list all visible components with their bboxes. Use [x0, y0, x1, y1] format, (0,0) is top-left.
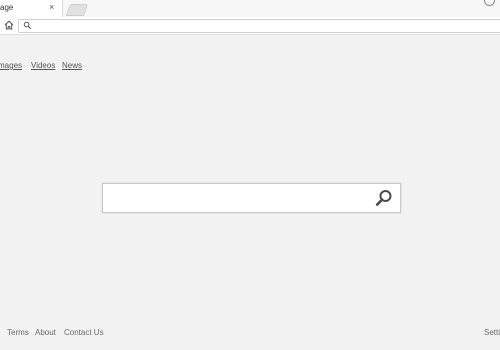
nav-link-videos[interactable]: Videos	[31, 61, 55, 70]
browser-toolbar	[0, 17, 500, 35]
search-icon	[23, 21, 32, 30]
profile-icon[interactable]	[484, 0, 495, 6]
address-bar[interactable]	[18, 19, 500, 33]
nav-link-images[interactable]: mages	[0, 61, 22, 70]
nav-link-news[interactable]: News	[62, 61, 82, 70]
tab-title: age	[0, 3, 14, 12]
footer-terms-link[interactable]: Terms	[7, 328, 29, 337]
footer-about-link[interactable]: About	[35, 328, 56, 337]
footer-settings-link[interactable]: Setti	[484, 328, 500, 337]
browser-window: age × mages Videos News Terms About Cont…	[0, 0, 500, 350]
home-icon[interactable]	[4, 20, 14, 30]
tab-active[interactable]: age ×	[0, 0, 63, 17]
footer-contact-link[interactable]: Contact Us	[64, 328, 104, 337]
search-box[interactable]	[102, 183, 401, 213]
tab-strip: age ×	[0, 0, 500, 17]
new-tab-button[interactable]	[65, 4, 89, 16]
tab-close-icon[interactable]: ×	[49, 2, 54, 12]
magnifier-icon[interactable]	[374, 188, 394, 208]
